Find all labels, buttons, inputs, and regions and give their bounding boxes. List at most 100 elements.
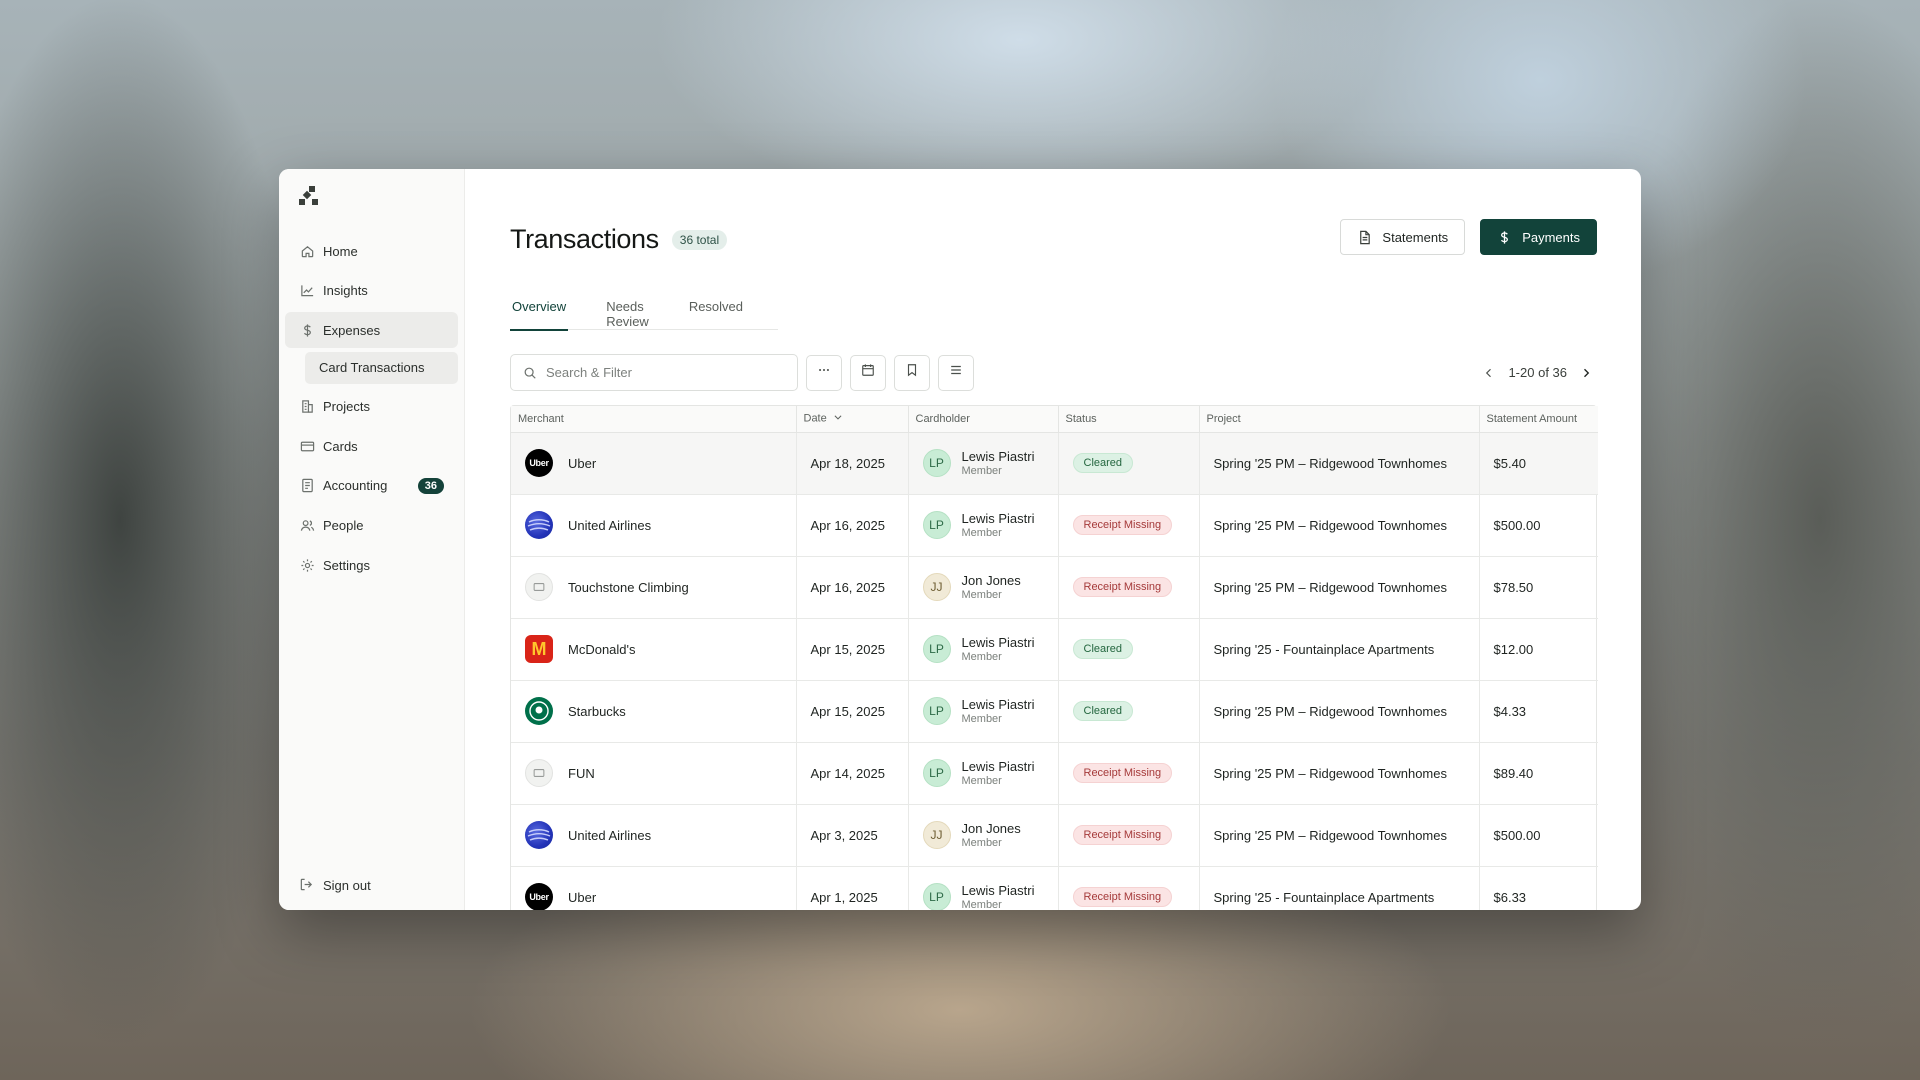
statements-button[interactable]: Statements — [1340, 219, 1466, 255]
transaction-date: Apr 15, 2025 — [796, 618, 909, 681]
statement-amount: $4.33 — [1479, 680, 1598, 743]
table-row[interactable]: Uber Uber Apr 1, 2025 LP Lewis Piastri Memb… — [511, 866, 1598, 910]
sidebar-item-label: Accounting — [323, 478, 388, 494]
sign-out-button[interactable]: Sign out — [299, 877, 371, 893]
cardholder-role: Member — [961, 464, 1002, 477]
transactions-table: Merchant Date Cardholder Status Project … — [510, 405, 1598, 910]
sidebar-item-settings[interactable]: Settings — [285, 547, 458, 583]
cardholder-name: Jon Jones — [961, 820, 1021, 836]
avatar: LP — [922, 449, 951, 477]
table-row[interactable]: M McDonald's Apr 15, 2025 LP Lewis Piastri… — [511, 618, 1598, 681]
sidebar-item-label: Expenses — [323, 322, 381, 338]
sidebar-item-label: Cards — [323, 438, 358, 454]
sidebar-item-home[interactable]: Home — [285, 233, 458, 269]
project-name: Spring '25 PM – Ridgewood Townhomes — [1199, 556, 1480, 619]
brand-logo-icon[interactable] — [297, 184, 321, 208]
columns-menu-button[interactable] — [938, 354, 974, 391]
statement-amount: $78.50 — [1479, 556, 1598, 619]
total-count-badge: 36 total — [671, 229, 728, 250]
generic-card-icon — [525, 573, 553, 601]
chevron-right-icon[interactable] — [1575, 367, 1597, 379]
statement-amount: $500.00 — [1479, 804, 1598, 867]
payments-button[interactable]: Payments — [1480, 219, 1597, 255]
avatar: LP — [922, 883, 951, 910]
bookmark-icon — [905, 363, 919, 382]
main-content: Transactions 36 total Statements Payment… — [465, 169, 1641, 910]
uber-logo-icon: Uber — [525, 883, 553, 910]
sidebar-item-cards[interactable]: Cards — [285, 428, 458, 464]
uber-logo-icon: Uber — [525, 449, 553, 477]
cardholder-role: Member — [961, 898, 1002, 911]
generic-card-icon — [525, 759, 553, 787]
sidebar-item-label: Settings — [323, 557, 370, 573]
cardholder-name: Lewis Piastri — [961, 634, 1035, 650]
document-icon — [1357, 230, 1372, 245]
title-row: Transactions 36 total — [510, 224, 728, 255]
cardholder-role: Member — [961, 836, 1002, 849]
merchant-name: United Airlines — [568, 827, 652, 843]
statement-amount: $6.33 — [1479, 866, 1598, 910]
column-header-status[interactable]: Status — [1058, 406, 1200, 433]
avatar: LP — [922, 511, 951, 539]
cardholder-name: Lewis Piastri — [961, 882, 1035, 898]
sidebar-item-label: Projects — [323, 399, 370, 415]
search-input[interactable] — [546, 365, 766, 380]
column-header-amount[interactable]: Statement Amount — [1479, 406, 1598, 433]
status-badge: Receipt Missing — [1072, 763, 1173, 783]
merchant-name: Starbucks — [568, 703, 626, 719]
starbucks-logo-icon — [525, 697, 553, 725]
avatar: JJ — [922, 821, 951, 849]
avatar: LP — [922, 697, 951, 725]
saved-views-button[interactable] — [894, 354, 930, 391]
status-badge: Receipt Missing — [1072, 515, 1173, 535]
chart-line-icon — [299, 283, 315, 299]
transaction-date: Apr 18, 2025 — [796, 432, 909, 495]
more-options-button[interactable] — [806, 354, 842, 391]
table-row[interactable]: United Airlines Apr 16, 2025 LP Lewis Pia… — [511, 494, 1598, 557]
sidebar-item-expenses[interactable]: Expenses — [285, 312, 458, 349]
project-name: Spring '25 PM – Ridgewood Townhomes — [1199, 742, 1480, 805]
table-row[interactable]: United Airlines Apr 3, 2025 JJ Jon Jones M… — [511, 804, 1598, 867]
header-actions: Statements Payments — [1340, 219, 1597, 255]
cardholder-name: Lewis Piastri — [961, 758, 1035, 774]
table-row[interactable]: Starbucks Apr 15, 2025 LP Lewis Piastri Me… — [511, 680, 1598, 743]
sidebar-item-people[interactable]: People — [285, 508, 458, 544]
project-name: Spring '25 PM – Ridgewood Townhomes — [1199, 680, 1480, 743]
table-row[interactable]: FUN Apr 14, 2025 LP Lewis Piastri Member R… — [511, 742, 1598, 805]
dollar-icon — [299, 322, 315, 338]
tab-overview[interactable]: Overview — [510, 295, 569, 331]
cardholder-role: Member — [961, 774, 1002, 787]
search-icon — [523, 366, 537, 380]
table-row[interactable]: Touchstone Climbing Apr 16, 2025 JJ Jon J… — [511, 556, 1598, 619]
more-horizontal-icon — [817, 363, 831, 382]
merchant-name: McDonald's — [568, 641, 636, 657]
cardholder-name: Lewis Piastri — [961, 510, 1035, 526]
chevron-left-icon[interactable] — [1478, 367, 1500, 379]
status-badge: Receipt Missing — [1072, 887, 1173, 907]
transaction-date: Apr 16, 2025 — [796, 556, 909, 619]
tab-needs-review[interactable]: Needs Review — [604, 295, 651, 330]
column-header-date[interactable]: Date — [796, 406, 909, 433]
tab-resolved[interactable]: Resolved — [687, 295, 745, 330]
status-badge: Cleared — [1072, 701, 1134, 721]
status-badge: Receipt Missing — [1072, 577, 1173, 597]
sidebar-subitem-card-transactions[interactable]: Card Transactions — [305, 351, 458, 384]
dollar-icon — [1497, 230, 1512, 245]
project-name: Spring '25 PM – Ridgewood Townhomes — [1199, 804, 1480, 867]
cardholder-role: Member — [961, 526, 1002, 539]
chevron-down-icon — [833, 412, 843, 425]
cardholder-name: Jon Jones — [961, 572, 1021, 588]
cardholder-role: Member — [961, 650, 1002, 663]
pagination-text: 1-20 of 36 — [1508, 365, 1567, 380]
accounting-count-badge: 36 — [417, 477, 444, 494]
date-filter-button[interactable] — [850, 354, 886, 391]
sidebar-item-projects[interactable]: Projects — [285, 389, 458, 425]
column-header-cardholder[interactable]: Cardholder — [908, 406, 1059, 433]
sidebar-item-insights[interactable]: Insights — [285, 273, 458, 309]
column-header-merchant[interactable]: Merchant — [511, 406, 797, 433]
sidebar-item-accounting[interactable]: Accounting 36 — [285, 468, 458, 504]
column-header-project[interactable]: Project — [1199, 406, 1480, 433]
status-badge: Cleared — [1072, 639, 1134, 659]
table-row[interactable]: Uber Uber Apr 18, 2025 LP Lewis Piastri Mem… — [511, 432, 1598, 495]
transaction-date: Apr 14, 2025 — [796, 742, 909, 805]
